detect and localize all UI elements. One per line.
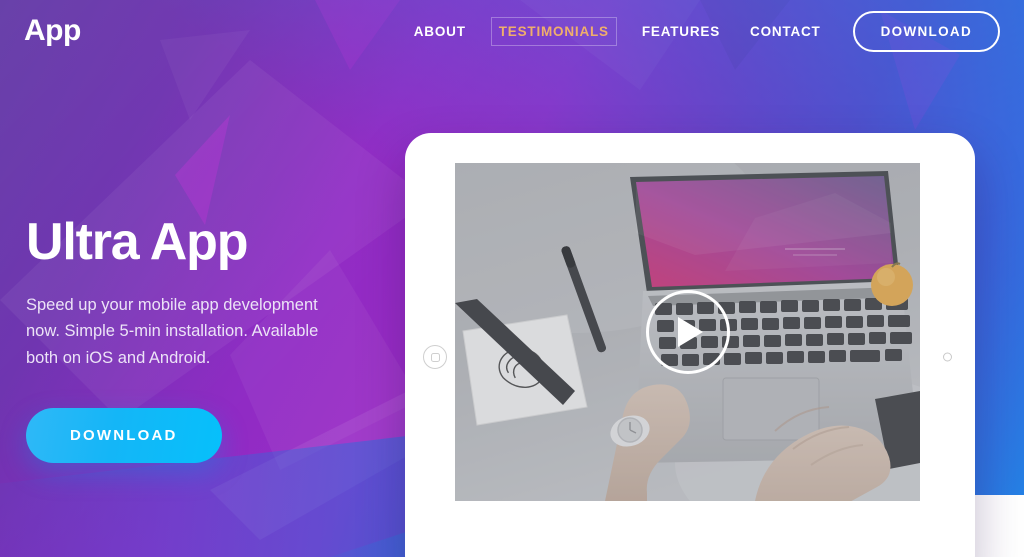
nav-links: ABOUT TESTIMONIALS FEATURES CONTACT bbox=[410, 16, 825, 46]
nav-item-testimonials[interactable]: TESTIMONIALS bbox=[490, 16, 617, 46]
hero-headline: Ultra App bbox=[26, 213, 248, 271]
nav-item-features[interactable]: FEATURES bbox=[638, 19, 724, 44]
nav-download-button[interactable]: DOWNLOAD bbox=[852, 10, 1000, 52]
hero-subcopy: Speed up your mobile app development now… bbox=[26, 295, 319, 368]
main-navigation: App ABOUT TESTIMONIALS FEATURES CONTACT … bbox=[0, 0, 1024, 62]
nav-item-about[interactable]: ABOUT bbox=[410, 19, 470, 44]
tablet-device bbox=[405, 133, 975, 557]
hero-copy: Ultra App Speed up your mobile app devel… bbox=[26, 215, 386, 463]
play-button[interactable] bbox=[645, 290, 730, 374]
nav-item-contact[interactable]: CONTACT bbox=[746, 19, 825, 44]
camera-dot-icon bbox=[943, 352, 952, 362]
tablet-screen bbox=[455, 163, 920, 501]
home-square-glyph bbox=[430, 352, 440, 362]
play-triangle-icon bbox=[678, 317, 703, 347]
hero-section: App ABOUT TESTIMONIALS FEATURES CONTACT … bbox=[0, 0, 1024, 557]
home-button-icon[interactable] bbox=[423, 345, 447, 369]
hero-download-button[interactable]: DOWNLOAD bbox=[26, 407, 222, 463]
brand-logo[interactable]: App bbox=[24, 16, 81, 46]
